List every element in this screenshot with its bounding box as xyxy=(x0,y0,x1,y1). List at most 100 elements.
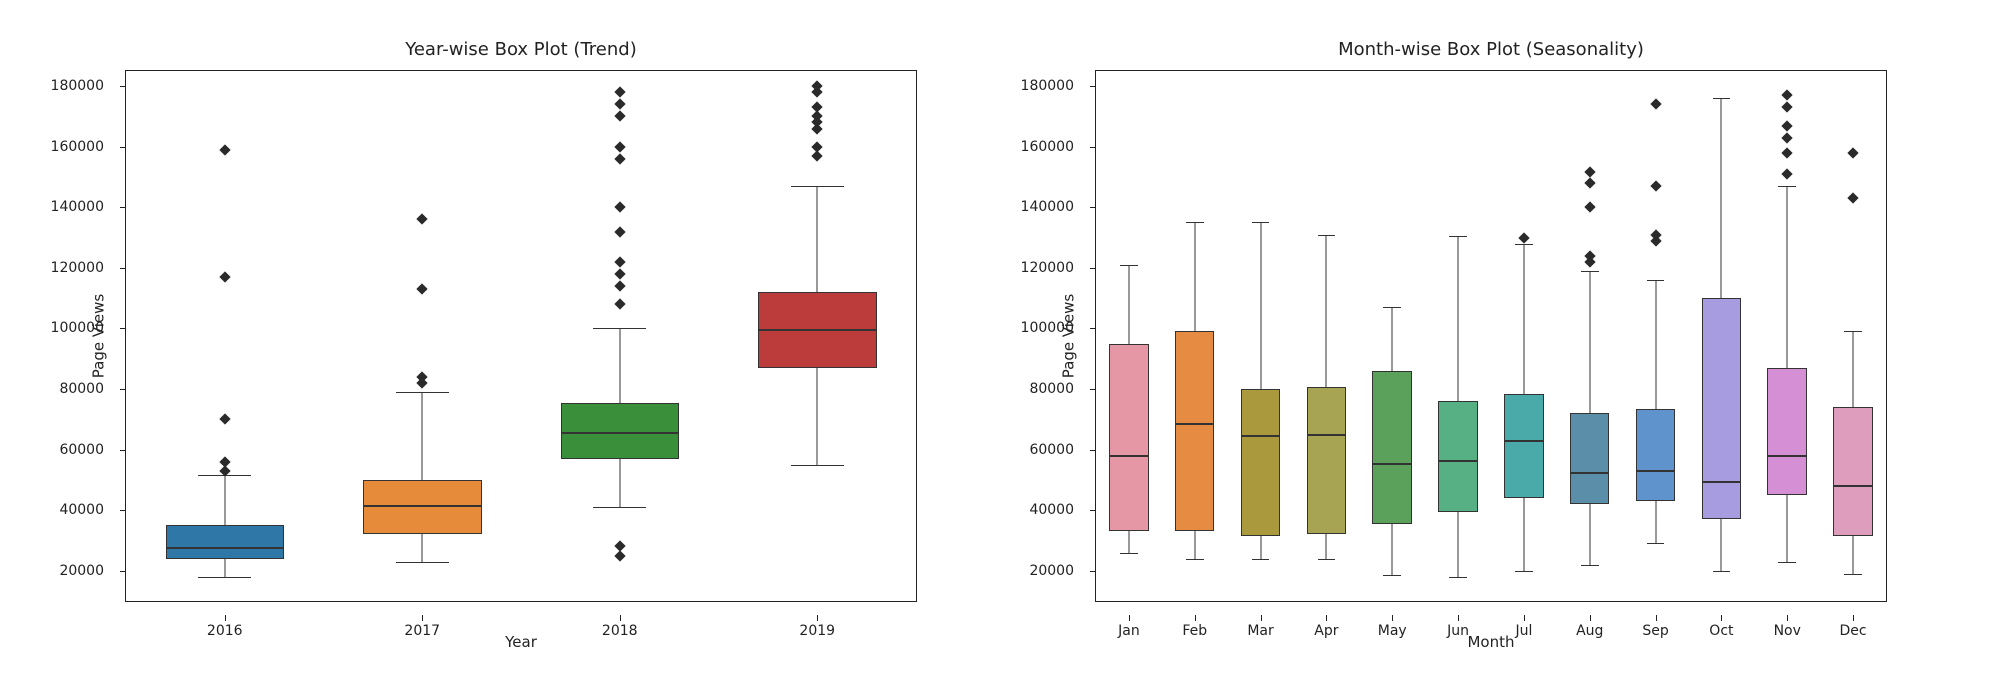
whisker xyxy=(1721,519,1722,570)
whisker-cap xyxy=(198,577,251,578)
box xyxy=(1175,331,1215,531)
box-slot: Jun xyxy=(1425,71,1491,601)
whisker xyxy=(1721,98,1722,298)
box-slot: Mar xyxy=(1228,71,1294,601)
whisker xyxy=(1655,280,1656,409)
y-tick-label: 40000 xyxy=(59,502,104,518)
whisker-cap xyxy=(1647,280,1665,281)
whisker xyxy=(1523,498,1524,571)
box xyxy=(1307,387,1347,534)
y-tick-label: 140000 xyxy=(51,199,104,215)
outlier-point xyxy=(614,226,625,237)
outlier-point xyxy=(614,202,625,213)
x-tick-label: 2016 xyxy=(207,623,243,639)
whisker xyxy=(1458,512,1459,577)
box xyxy=(1372,371,1412,524)
whisker xyxy=(224,475,225,525)
x-axis-label: Month xyxy=(1096,633,1886,651)
outlier-point xyxy=(614,280,625,291)
median-line xyxy=(1308,434,1346,436)
outlier-point xyxy=(614,87,625,98)
y-tick-label: 160000 xyxy=(51,139,104,155)
outlier-point xyxy=(812,102,823,113)
outlier-point xyxy=(1782,102,1793,113)
median-line xyxy=(167,547,284,549)
box xyxy=(363,480,482,535)
outlier-point xyxy=(614,541,625,552)
outlier-point xyxy=(219,144,230,155)
box-slot: 2017 xyxy=(324,71,522,601)
x-tick-label: Nov xyxy=(1774,623,1801,639)
x-tick-label: Dec xyxy=(1840,623,1867,639)
box xyxy=(1438,401,1478,512)
box-slot: Feb xyxy=(1162,71,1228,601)
x-tick-label: Jun xyxy=(1447,623,1469,639)
median-line xyxy=(1571,472,1609,474)
outlier-point xyxy=(614,99,625,110)
whisker xyxy=(619,459,620,507)
whisker xyxy=(1128,531,1129,552)
chart-title: Month-wise Box Plot (Seasonality) xyxy=(1096,39,1886,60)
y-tick-label: 160000 xyxy=(1021,139,1074,155)
whisker xyxy=(1589,271,1590,413)
y-tick-label: 80000 xyxy=(59,381,104,397)
y-tick-label: 80000 xyxy=(1029,381,1074,397)
whisker-cap xyxy=(1449,577,1467,578)
box xyxy=(561,403,680,459)
box-slot: Nov xyxy=(1754,71,1820,601)
x-tick-label: 2018 xyxy=(602,623,638,639)
whisker-cap xyxy=(1581,271,1599,272)
whisker-cap xyxy=(396,392,449,393)
box xyxy=(1504,394,1544,498)
whisker xyxy=(817,186,818,292)
figure: Year-wise Box Plot (Trend) Page Views Ye… xyxy=(0,0,2000,700)
whisker-cap xyxy=(1778,186,1796,187)
outlier-point xyxy=(1847,193,1858,204)
x-tick-label: Mar xyxy=(1247,623,1273,639)
x-tick-label: Sep xyxy=(1642,623,1668,639)
median-line xyxy=(1834,485,1872,487)
box-slot: 2018 xyxy=(521,71,719,601)
outlier-point xyxy=(1782,147,1793,158)
box xyxy=(1241,389,1281,536)
y-tick-label: 20000 xyxy=(1029,563,1074,579)
whisker-cap xyxy=(1383,575,1401,576)
outlier-point xyxy=(417,214,428,225)
box xyxy=(166,525,285,558)
y-tick-label: 20000 xyxy=(59,563,104,579)
box-slot: Jan xyxy=(1096,71,1162,601)
outlier-point xyxy=(1782,168,1793,179)
box xyxy=(1767,368,1807,495)
whisker-cap xyxy=(396,562,449,563)
y-tick-label: 60000 xyxy=(1029,442,1074,458)
whisker xyxy=(1787,495,1788,562)
outlier-point xyxy=(614,299,625,310)
median-line xyxy=(1505,440,1543,442)
month-box-plot-axes: Month-wise Box Plot (Seasonality) Page V… xyxy=(1095,70,1887,602)
outlier-point xyxy=(1782,120,1793,131)
outlier-point xyxy=(812,141,823,152)
y-tick-label: 180000 xyxy=(51,78,104,94)
x-axis-label: Year xyxy=(126,633,916,651)
box xyxy=(1702,298,1742,519)
box xyxy=(1833,407,1873,536)
whisker-cap xyxy=(1318,235,1336,236)
box-slot: Aug xyxy=(1557,71,1623,601)
outlier-point xyxy=(614,268,625,279)
y-tick-label: 140000 xyxy=(1021,199,1074,215)
whisker-cap xyxy=(1186,222,1204,223)
x-tick-label: May xyxy=(1378,623,1407,639)
box-slot: Sep xyxy=(1623,71,1689,601)
year-box-plot-axes: Year-wise Box Plot (Trend) Page Views Ye… xyxy=(125,70,917,602)
median-line xyxy=(1768,455,1806,457)
whisker xyxy=(422,392,423,480)
x-tick-label: Apr xyxy=(1314,623,1338,639)
y-tick-label: 100000 xyxy=(51,320,104,336)
whisker xyxy=(1787,186,1788,368)
whisker xyxy=(1260,536,1261,559)
y-tick-label: 40000 xyxy=(1029,502,1074,518)
whisker-cap xyxy=(1581,565,1599,566)
box xyxy=(758,292,877,368)
outlier-point xyxy=(1518,232,1529,243)
x-tick-label: Aug xyxy=(1576,623,1603,639)
